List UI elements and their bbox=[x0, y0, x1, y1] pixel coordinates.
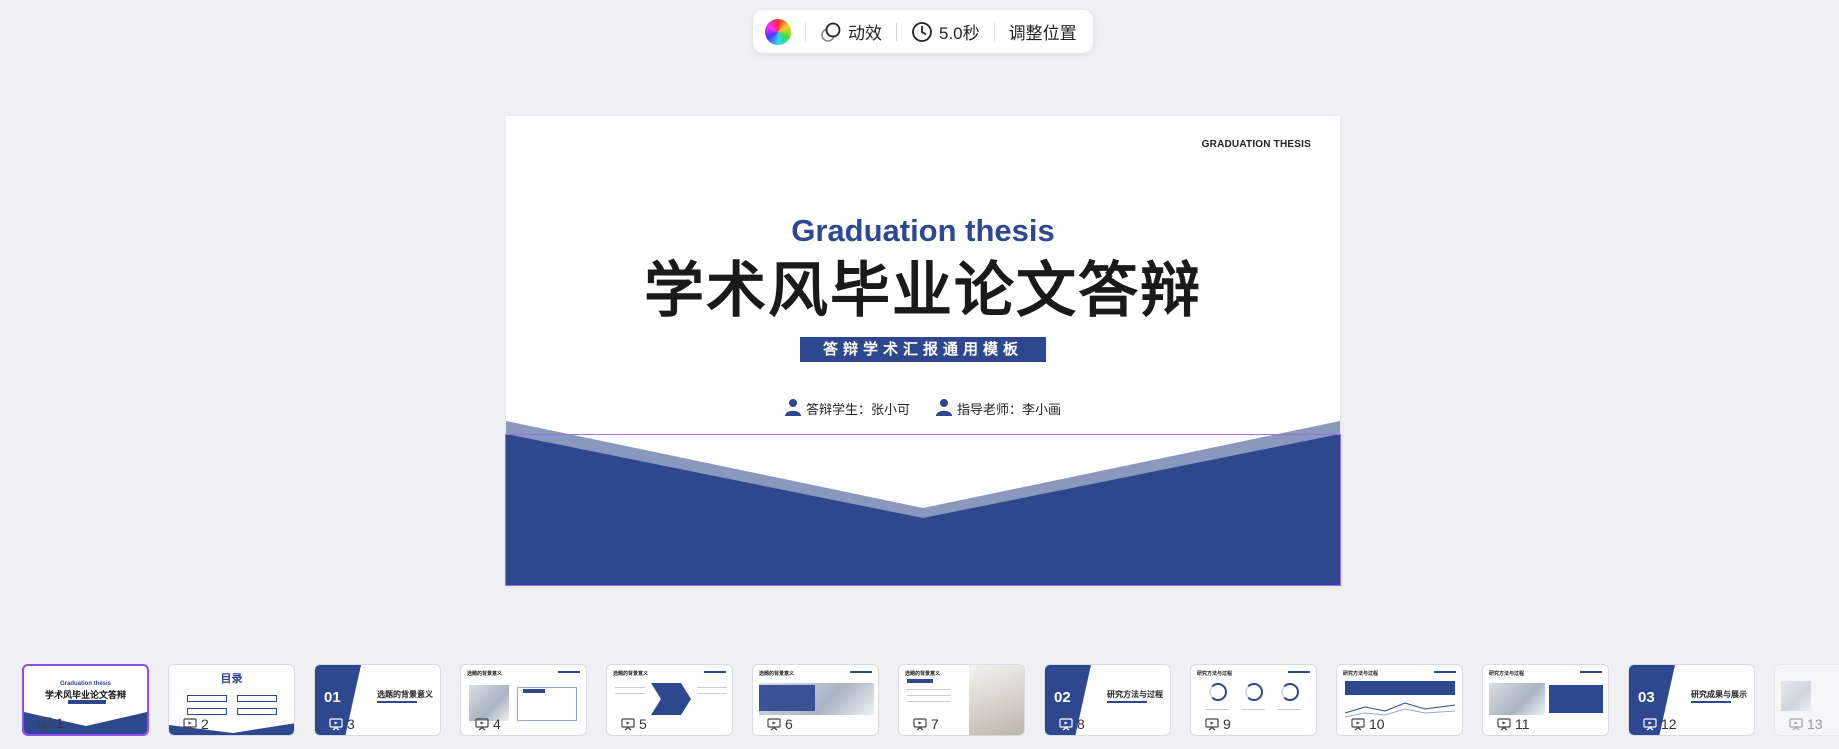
duration-label: 5.0秒 bbox=[939, 24, 980, 43]
thumb-section-number: 03 bbox=[1638, 689, 1655, 706]
student-label: 答辩学生：张小可 bbox=[805, 402, 910, 417]
duration-button[interactable]: 5.0秒 bbox=[911, 19, 980, 44]
presentation-icon bbox=[183, 717, 197, 730]
thumb-number: 8 bbox=[1059, 716, 1085, 732]
thumb-title: 研究方法与过程 bbox=[1107, 690, 1163, 699]
slide-title-chinese[interactable]: 学术风毕业论文答辩 bbox=[506, 258, 1340, 324]
slide-title-english[interactable]: Graduation thesis bbox=[506, 213, 1340, 249]
thumb-section-number: 02 bbox=[1054, 689, 1071, 706]
slide-thumbnail-1[interactable]: Graduation thesis 学术风毕业论文答辩 1 bbox=[22, 664, 149, 736]
thumb-number: 12 bbox=[1643, 716, 1677, 732]
slide-thumbnail-6[interactable]: 选题的背景意义 6 bbox=[752, 664, 879, 736]
slide-thumbnail-11[interactable]: 研究方法与过程 11 bbox=[1482, 664, 1609, 736]
thumb-title: 研究成果与展示 bbox=[1691, 690, 1747, 699]
thumb-number: 3 bbox=[329, 716, 355, 732]
presentation-icon bbox=[767, 717, 781, 730]
thumb-number: 10 bbox=[1351, 716, 1385, 732]
slide-toolbar: 动效 5.0秒 调整位置 bbox=[753, 10, 1093, 53]
thumb-title: 选题的背景意义 bbox=[613, 671, 649, 677]
animation-effect-label: 动效 bbox=[848, 24, 882, 43]
thumb-section-number: 01 bbox=[324, 689, 341, 706]
person-icon bbox=[784, 398, 801, 419]
thumb-number: 2 bbox=[183, 716, 209, 732]
presentation-icon bbox=[1351, 717, 1365, 730]
thumb-number: 1 bbox=[38, 715, 64, 731]
thumb-title: 研究方法与过程 bbox=[1197, 671, 1233, 677]
slide-people-info: 答辩学生：张小可 指导老师：李小画 bbox=[506, 398, 1340, 419]
thumb-title: 选题的背景意义 bbox=[377, 690, 433, 699]
presentation-icon bbox=[475, 717, 489, 730]
slide-thumbnail-3[interactable]: 01 选题的背景意义 3 bbox=[314, 664, 441, 736]
thumb-title-en: Graduation thesis bbox=[59, 681, 111, 687]
animation-effect-button[interactable]: 动效 bbox=[820, 19, 882, 44]
slide-thumbnail-10[interactable]: 研究方法与过程 10 bbox=[1336, 664, 1463, 736]
person-icon bbox=[936, 398, 952, 419]
toolbar-divider bbox=[993, 22, 995, 41]
thumb-title: 研究方法与过程 bbox=[1489, 671, 1525, 677]
toolbar-divider bbox=[805, 22, 806, 41]
thumb-title: 选题的背景意义 bbox=[905, 671, 941, 677]
thumb-number: 11 bbox=[1497, 716, 1530, 732]
color-picker-button[interactable] bbox=[765, 18, 791, 45]
thumb-number: 9 bbox=[1205, 716, 1231, 732]
presentation-icon bbox=[1643, 717, 1657, 730]
toolbar-divider bbox=[896, 22, 897, 41]
presentation-icon bbox=[621, 717, 635, 730]
slide-corner-tag[interactable]: GRADUATION THESIS bbox=[1202, 139, 1311, 150]
thumb-title: 目录 bbox=[220, 673, 243, 685]
student-info[interactable]: 答辩学生：张小可 bbox=[784, 398, 910, 419]
slide-thumbnail-4[interactable]: 选题的背景意义 4 bbox=[460, 664, 587, 736]
presentation-icon bbox=[1789, 717, 1803, 730]
clock-icon bbox=[911, 21, 933, 43]
slide-canvas[interactable]: GRADUATION THESIS Graduation thesis 学术风毕… bbox=[506, 116, 1340, 585]
advisor-label: 指导老师：李小画 bbox=[957, 402, 1062, 417]
thumb-title: 选题的背景意义 bbox=[467, 671, 503, 677]
thumb-subtitle-bar bbox=[68, 700, 106, 704]
thumb-number: 7 bbox=[913, 716, 939, 732]
thumb-number: 5 bbox=[621, 716, 647, 732]
presentation-icon bbox=[1059, 717, 1073, 730]
thumb-title: 选题的背景意义 bbox=[759, 671, 795, 677]
thumb-number: 13 bbox=[1789, 716, 1823, 732]
adjust-position-label: 调整位置 bbox=[1008, 24, 1077, 43]
presentation-icon bbox=[38, 716, 52, 729]
adjust-position-button[interactable]: 调整位置 bbox=[1009, 19, 1077, 44]
thumb-number: 6 bbox=[767, 716, 793, 732]
slide-thumbnail-8[interactable]: 02 研究方法与过程 8 bbox=[1044, 664, 1171, 736]
presentation-icon bbox=[1205, 717, 1219, 730]
slide-bottom-decoration[interactable] bbox=[506, 421, 1340, 585]
slide-thumbnail-13[interactable]: 13 bbox=[1774, 664, 1839, 736]
slide-subtitle-banner[interactable]: 答辩学术汇报通用模板 bbox=[800, 337, 1046, 362]
slide-thumbnail-7[interactable]: 选题的背景意义 7 bbox=[898, 664, 1025, 736]
slide-thumbnail-9[interactable]: 研究方法与过程 9 bbox=[1190, 664, 1317, 736]
slide-thumbnail-12[interactable]: 03 研究成果与展示 12 bbox=[1628, 664, 1755, 736]
animation-icon bbox=[820, 21, 842, 43]
presentation-icon bbox=[329, 717, 343, 730]
slide-thumbnail-5[interactable]: 选题的背景意义 5 bbox=[606, 664, 733, 736]
thumb-number: 4 bbox=[475, 716, 501, 732]
thumb-title: 研究方法与过程 bbox=[1343, 671, 1379, 677]
slide-thumbnail-2[interactable]: 目录 2 bbox=[168, 664, 295, 736]
presentation-icon bbox=[1497, 717, 1511, 730]
presentation-icon bbox=[913, 717, 927, 730]
advisor-info[interactable]: 指导老师：李小画 bbox=[936, 398, 1061, 419]
slide-thumbnail-strip: Graduation thesis 学术风毕业论文答辩 1 目录 2 01 选题… bbox=[0, 662, 1839, 738]
